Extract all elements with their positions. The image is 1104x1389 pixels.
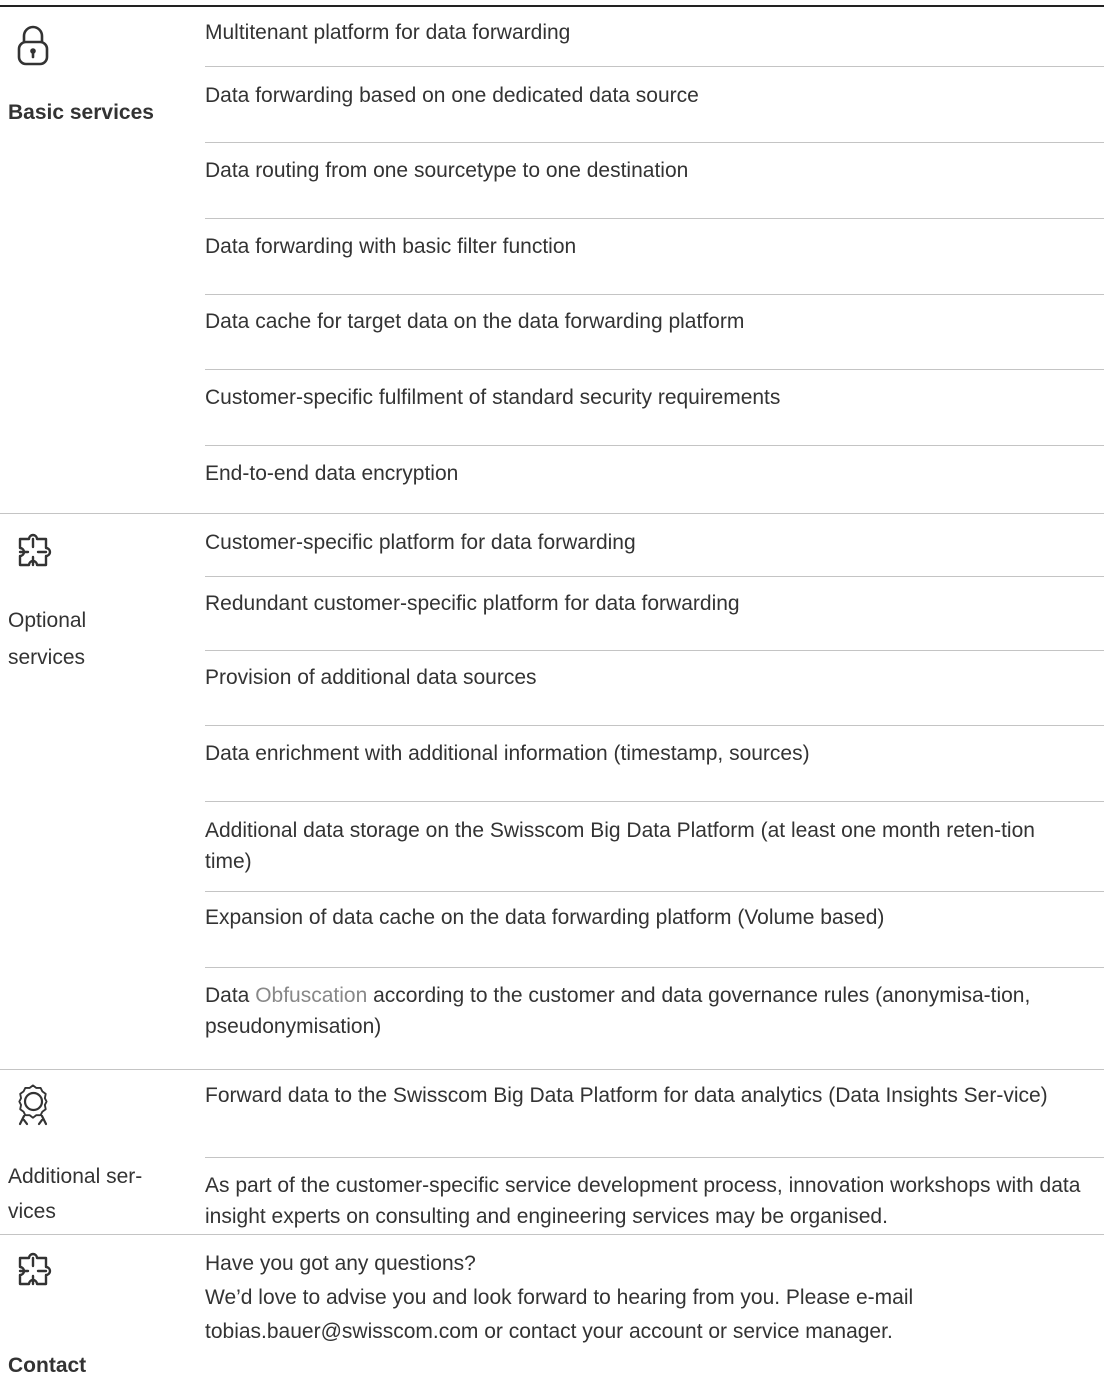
- puzzle-icon: [10, 1246, 56, 1292]
- contact-question: Have you got any questions?: [205, 1252, 476, 1275]
- section-contact: Contact Have you got any questions? We’d…: [0, 0, 1104, 1389]
- contact-label: Contact: [8, 1354, 87, 1377]
- contact-text-line2: We’d love to advise you and look forward…: [205, 1286, 914, 1309]
- contact-text-line3: tobias.bauer@swisscom.com or contact you…: [205, 1320, 893, 1343]
